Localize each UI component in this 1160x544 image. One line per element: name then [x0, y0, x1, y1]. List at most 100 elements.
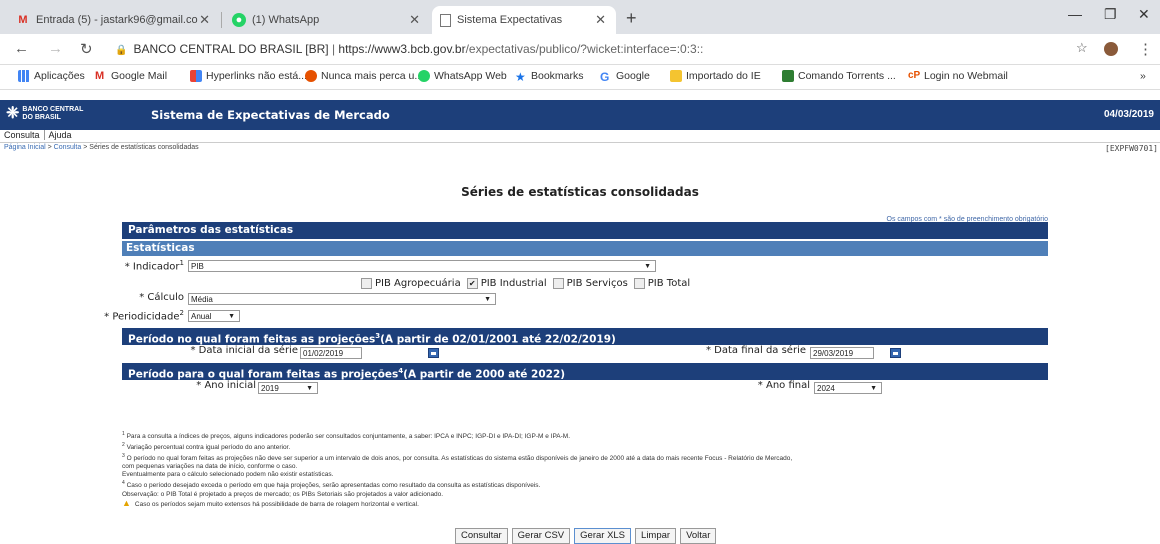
- checkbox-box: [552, 278, 564, 289]
- checkbox-box: [633, 278, 645, 289]
- footnote: 3 O período no qual foram feitas as proj…: [122, 453, 793, 463]
- footnote: 4 Caso o período desejado exceda o perío…: [122, 480, 541, 490]
- forward-icon[interactable]: →: [48, 40, 63, 57]
- page-code: [EXPFW0701]: [1105, 144, 1158, 153]
- new-tab-icon[interactable]: +: [626, 8, 637, 29]
- tab-label: (1) WhatsApp: [252, 14, 320, 26]
- tab-label: Entrada (5) - jastark96@gmail.co: [36, 14, 198, 26]
- indicador-label: * Indicador1: [124, 259, 184, 273]
- webmail-icon: cP: [908, 70, 921, 81]
- close-icon[interactable]: ✕: [409, 12, 420, 28]
- section-parameters: Parâmetros das estatísticas: [122, 222, 1048, 239]
- tab-divider: [221, 12, 222, 28]
- close-icon[interactable]: ✕: [199, 12, 210, 28]
- section-period-for: Período para o qual foram feitas as proj…: [122, 363, 1048, 381]
- breadcrumb-home[interactable]: Página Inicial: [4, 144, 46, 151]
- ano-inicial-select[interactable]: 2019 ▼: [258, 382, 318, 394]
- bookmark-google[interactable]: G Google: [600, 70, 650, 84]
- bookmark-comando-torrents[interactable]: Comando Torrents ...: [782, 70, 896, 82]
- ano-final-select[interactable]: 2024 ▼: [814, 382, 882, 394]
- section-statistics: Estatísticas: [122, 241, 1048, 256]
- checkbox-box: [361, 278, 372, 289]
- site-header: ❈ BANCO CENTRAL DO BRASIL Sistema de Expe…: [0, 100, 1160, 130]
- menu-consulta[interactable]: Consulta: [0, 130, 45, 140]
- bookmark-bookmarks[interactable]: ★ Bookmarks: [515, 70, 584, 84]
- whatsapp-icon: [418, 70, 430, 82]
- ano-inicial-label: * Ano inicial: [196, 380, 256, 391]
- menu-ajuda[interactable]: Ajuda: [45, 130, 76, 140]
- calculo-select[interactable]: Média ▼: [188, 293, 496, 305]
- bookmark-nunca-mais[interactable]: Nunca mais perca u...: [305, 70, 423, 82]
- tab-whatsapp[interactable]: ● (1) WhatsApp ✕: [224, 6, 430, 34]
- menu-dots-icon[interactable]: ⋮: [1138, 40, 1153, 58]
- header-date: 04/03/2019: [1103, 109, 1154, 120]
- url-host: https://www3.bcb.gov.br: [338, 42, 466, 56]
- close-icon[interactable]: ✕: [595, 12, 606, 28]
- bookmark-whatsapp-web[interactable]: WhatsApp Web: [418, 70, 507, 82]
- tab-gmail[interactable]: M Entrada (5) - jastark96@gmail.co ✕: [8, 6, 220, 34]
- hyperlinks-icon: [190, 70, 202, 82]
- footnote: Eventualmente para o cálculo selecionado…: [122, 471, 334, 479]
- bookmark-google-mail[interactable]: M Google Mail: [95, 70, 167, 82]
- dropdown-arrow-icon: ▼: [870, 385, 877, 392]
- avatar[interactable]: [1104, 42, 1118, 56]
- calendar-icon[interactable]: [428, 348, 439, 358]
- warning-icon: ▲: [122, 497, 131, 508]
- dropdown-arrow-icon: ▼: [644, 263, 651, 270]
- bookmarks-bar: Aplicações M Google Mail Hyperlinks não e…: [0, 65, 1160, 90]
- site-title: Sistema de Expectativas de Mercado: [151, 108, 390, 122]
- periodicidade-label: * Periodicidade2: [104, 309, 184, 323]
- bookmark-login-webmail[interactable]: cP Login no Webmail: [908, 70, 1008, 82]
- dropdown-arrow-icon: ▼: [306, 385, 313, 392]
- nunca-icon: [305, 70, 317, 82]
- indicador-row: * Indicador1 PIB ▼: [122, 259, 1048, 276]
- page-icon: [440, 13, 451, 27]
- pib-checkbox-row: PIB Agropecuária ✔ PIB Industrial PIB Ser…: [122, 276, 1048, 292]
- bookmark-hyperlinks[interactable]: Hyperlinks não está...: [190, 70, 307, 82]
- close-window-icon[interactable]: ✕: [1138, 6, 1150, 23]
- breadcrumb-current: Séries de estatísticas consolidadas: [89, 144, 199, 151]
- reload-icon[interactable]: ↻: [80, 40, 93, 58]
- url-field[interactable]: 🔒 BANCO CENTRAL DO BRASIL [BR] | https://…: [115, 42, 703, 56]
- browser-tab-strip: M Entrada (5) - jastark96@gmail.co ✕ ● (…: [0, 0, 1160, 34]
- pib-checkbox-group: PIB Agropecuária ✔ PIB Industrial PIB Ser…: [361, 278, 696, 289]
- bcb-logo: ❈ BANCO CENTRAL DO BRASIL: [6, 105, 84, 122]
- bcb-emblem-icon: ❈: [6, 105, 20, 122]
- gmail-icon: M: [18, 14, 28, 26]
- indicador-select[interactable]: PIB ▼: [188, 260, 656, 272]
- bookmark-importado[interactable]: Importado do IE: [670, 70, 761, 82]
- bookmarks-overflow-icon[interactable]: »: [1140, 70, 1146, 82]
- checkbox-pib-agropecuaria[interactable]: PIB Agropecuária: [361, 278, 461, 289]
- periodicidade-select[interactable]: Anual ▼: [188, 310, 240, 322]
- calculo-label: * Cálculo: [139, 292, 184, 303]
- checkbox-pib-total[interactable]: PIB Total: [633, 278, 690, 289]
- minimize-icon[interactable]: —: [1068, 6, 1082, 22]
- ano-row: * Ano inicial 2019 ▼ * Ano final 2024 ▼: [122, 380, 1048, 397]
- breadcrumb-consulta[interactable]: Consulta: [54, 144, 82, 151]
- calculo-row: * Cálculo Média ▼: [122, 292, 1048, 309]
- restore-icon[interactable]: ❐: [1104, 6, 1117, 23]
- calendar-icon[interactable]: [890, 348, 901, 358]
- section-period-made: Período no qual foram feitas as projeçõe…: [122, 328, 1048, 346]
- data-serie-row: * Data inicial da série 01/02/2019 * Dat…: [122, 345, 1048, 362]
- data-inicial-input[interactable]: 01/02/2019: [300, 347, 362, 359]
- page-title: Séries de estatísticas consolidadas: [461, 185, 699, 199]
- data-final-label: * Data final da série: [705, 345, 806, 356]
- star-icon[interactable]: ☆: [1076, 40, 1088, 56]
- site-identity: BANCO CENTRAL DO BRASIL [BR]: [133, 42, 329, 56]
- footnote: 2 Variação percentual contra igual perío…: [122, 442, 291, 452]
- google-icon: G: [600, 70, 610, 84]
- tab-sistema-expectativas[interactable]: Sistema Expectativas ✕: [432, 6, 616, 34]
- back-icon[interactable]: ←: [14, 40, 29, 57]
- dropdown-arrow-icon: ▼: [228, 313, 235, 320]
- ano-final-label: * Ano final: [757, 380, 810, 391]
- bookmark-apps[interactable]: Aplicações: [18, 70, 85, 82]
- footnote: ▲ Caso os períodos sejam muito extensos h…: [122, 497, 419, 508]
- data-final-input[interactable]: 29/03/2019: [810, 347, 874, 359]
- address-bar-row: ← → ↻ 🔒 BANCO CENTRAL DO BRASIL [BR] | ht…: [0, 34, 1160, 65]
- checkbox-pib-industrial[interactable]: ✔ PIB Industrial: [466, 278, 547, 289]
- checkbox-pib-servicos[interactable]: PIB Serviços: [552, 278, 628, 289]
- lock-icon: 🔒: [115, 45, 128, 56]
- footnotes: 1 Para a consulta a índices de preços, a…: [122, 430, 1062, 509]
- footnote: 1 Para a consulta a índices de preços, a…: [122, 431, 571, 441]
